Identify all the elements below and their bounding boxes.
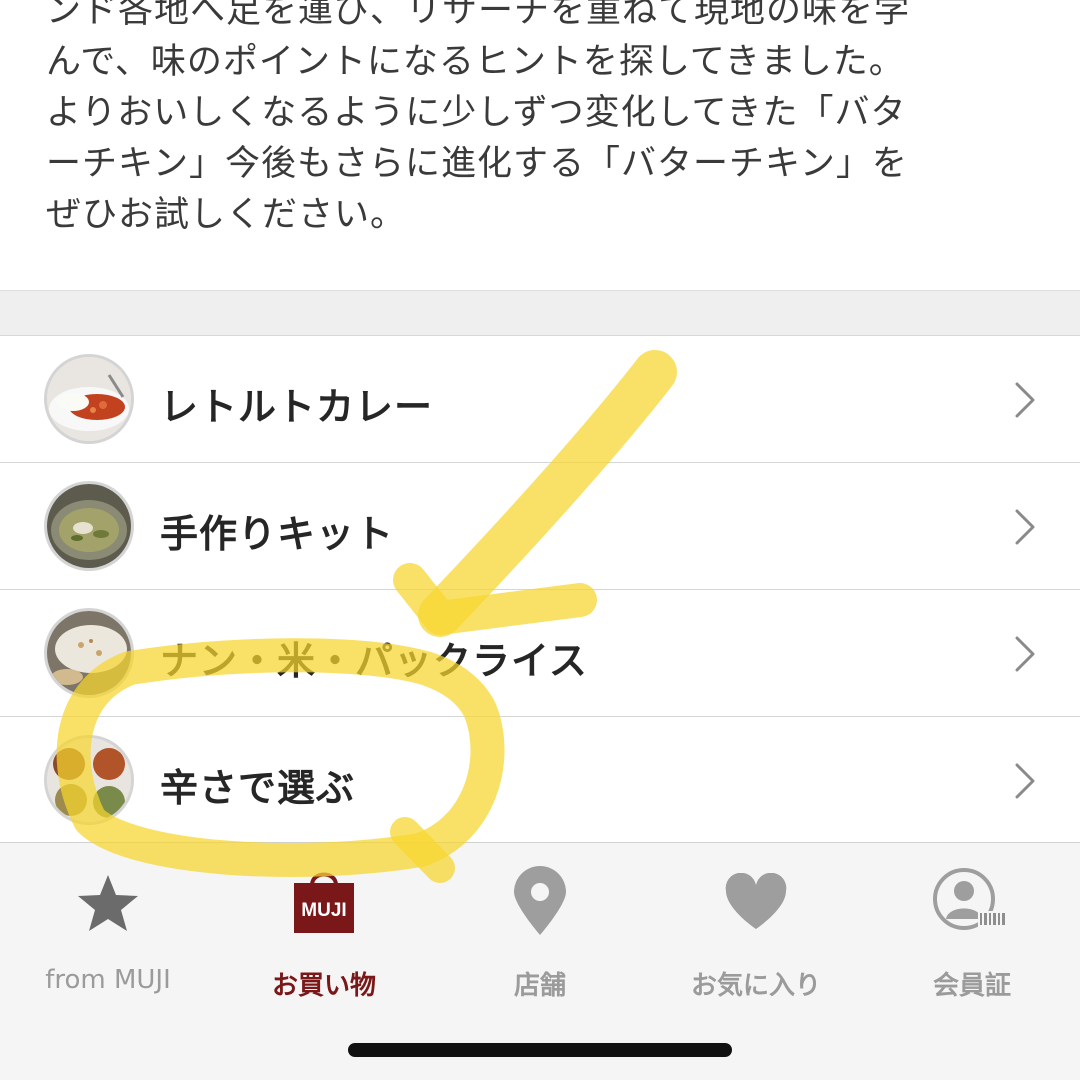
chevron-right-icon	[1015, 509, 1035, 545]
intro-line: ンド各地へ足を運び、リサーチを重ねて現地の味を学	[46, 0, 911, 31]
tab-label: お気に入り	[690, 971, 821, 1001]
category-item-handmade-kit[interactable]: 手作りキット	[0, 463, 1080, 590]
category-list: レトルトカレー 手作りキット ナン・米・パックライス 辛さで選ぶ	[0, 336, 1080, 844]
tab-label: 会員証	[932, 971, 1011, 1001]
tab-label: お買い物	[271, 971, 376, 1001]
retort-curry-thumbnail	[44, 354, 134, 444]
curry-category-screen: ンド各地へ足を運び、リサーチを重ねて現地の味を学 んで、味のポイントになるヒント…	[0, 0, 1080, 1080]
tab-favorites[interactable]: お気に入り	[648, 861, 864, 1011]
intro-section: ンド各地へ足を運び、リサーチを重ねて現地の味を学 んで、味のポイントになるヒント…	[0, 0, 1080, 290]
tab-label: from MUJI	[45, 965, 171, 995]
tab-member-card[interactable]: 会員証	[864, 861, 1080, 1011]
category-label: 手作りキット	[160, 512, 395, 556]
chevron-right-icon	[1015, 763, 1035, 799]
section-separator	[0, 290, 1080, 336]
chevron-right-icon	[1015, 636, 1035, 672]
spiciness-thumbnail	[44, 735, 134, 825]
tab-stores[interactable]: 店舗	[432, 861, 648, 1011]
intro-line: ーチキン」今後もさらに進化する「バターチキン」を	[46, 144, 908, 184]
tab-shopping[interactable]: MUJI お買い物	[216, 861, 432, 1011]
star-icon	[0, 861, 216, 951]
category-item-retort-curry[interactable]: レトルトカレー	[0, 336, 1080, 463]
intro-line: んで、味のポイントになるヒントを探してきました。	[46, 42, 905, 82]
intro-line: ぜひお試しください。	[46, 195, 407, 235]
home-indicator[interactable]	[348, 1043, 732, 1057]
naan-rice-thumbnail	[44, 608, 134, 698]
intro-line: よりおいしくなるように少しずつ変化してきた「バタ	[46, 93, 907, 133]
category-label: 辛さで選ぶ	[160, 766, 356, 810]
category-label: ナン・米・パックライス	[160, 639, 588, 683]
category-item-naan-rice[interactable]: ナン・米・パックライス	[0, 590, 1080, 717]
muji-badge-text: MUJI	[301, 900, 346, 921]
category-label: レトルトカレー	[160, 385, 434, 429]
tab-label: 店舗	[513, 971, 566, 1001]
chevron-right-icon	[1015, 382, 1035, 418]
shopping-bag-icon: MUJI	[216, 861, 432, 951]
location-pin-icon	[432, 861, 648, 951]
member-card-icon	[864, 861, 1080, 951]
tab-from-muji[interactable]: from MUJI	[0, 861, 216, 1011]
handmade-kit-thumbnail	[44, 481, 134, 571]
category-item-spiciness[interactable]: 辛さで選ぶ	[0, 717, 1080, 844]
heart-icon	[648, 861, 864, 951]
intro-paragraph: ンド各地へ足を運び、リサーチを重ねて現地の味を学 んで、味のポイントになるヒント…	[46, 0, 1046, 241]
